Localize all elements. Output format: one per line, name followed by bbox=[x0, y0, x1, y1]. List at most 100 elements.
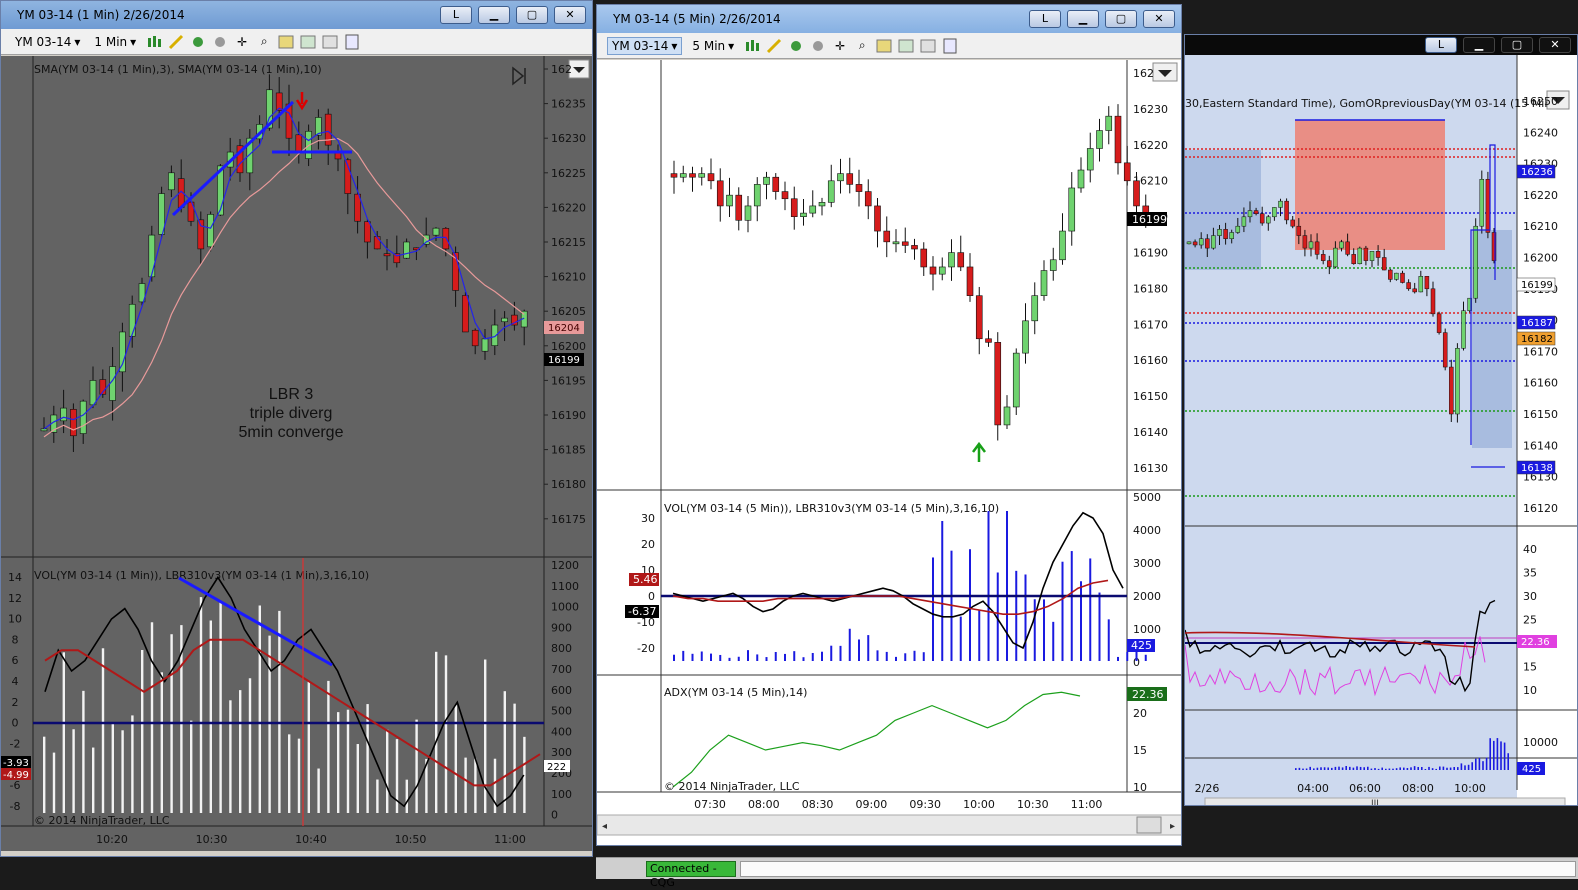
minimize-button[interactable]: ▁ bbox=[1463, 37, 1495, 53]
volume-bar bbox=[1359, 766, 1362, 770]
osc-marker-b-text: -6.37 bbox=[628, 605, 656, 618]
drawing-tool-icon[interactable] bbox=[168, 34, 184, 50]
volume-bar bbox=[1381, 767, 1383, 770]
chart-area-15min[interactable]: 30,Eastern Standard Time), GomORprevious… bbox=[1185, 55, 1578, 806]
zoom-icon[interactable]: ⌕ bbox=[256, 34, 272, 50]
chart-trader-icon[interactable] bbox=[278, 34, 294, 50]
instrument-selector[interactable]: YM 03-14 ▾ bbox=[607, 36, 683, 55]
bar-type-icon[interactable] bbox=[146, 34, 162, 50]
candle-body bbox=[364, 221, 371, 243]
vol-pane-label: VOL(YM 03-14 (5 Min)), LBR310v3(YM 03-14… bbox=[664, 502, 999, 515]
oscillator-tick: 25 bbox=[1523, 614, 1537, 627]
add-indicator-icon[interactable] bbox=[190, 34, 206, 50]
add-indicator-icon[interactable] bbox=[788, 38, 804, 54]
properties-icon[interactable] bbox=[344, 34, 360, 50]
oscillator-tick: 30 bbox=[1523, 590, 1537, 603]
properties-icon[interactable] bbox=[942, 38, 958, 54]
volume-bar bbox=[1135, 651, 1138, 661]
chart-area-1min[interactable]: SMA(YM 03-14 (1 Min),3), SMA(YM 03-14 (1… bbox=[1, 56, 593, 857]
maximize-button[interactable]: ▢ bbox=[516, 6, 548, 24]
candle-body bbox=[1296, 225, 1302, 236]
volume-bar bbox=[356, 744, 359, 813]
strategy-icon[interactable] bbox=[212, 34, 228, 50]
volume-bar bbox=[978, 610, 981, 661]
drawing-tool-icon[interactable] bbox=[766, 38, 782, 54]
candle-body bbox=[1375, 250, 1381, 258]
volume-bar bbox=[1313, 768, 1315, 770]
volume-bar bbox=[1356, 766, 1358, 770]
opening-range-box bbox=[1295, 120, 1445, 250]
zoom-icon[interactable]: ⌕ bbox=[854, 38, 870, 54]
price-marker-text: 16138 bbox=[1521, 463, 1553, 474]
price-tick: 16210 bbox=[551, 271, 586, 284]
time-tick: 09:00 bbox=[856, 798, 888, 811]
chart-trader-icon[interactable] bbox=[876, 38, 892, 54]
volume-bar bbox=[821, 651, 823, 661]
indicator-pane-label: VOL(YM 03-14 (1 Min)), LBR310v3(YM 03-14… bbox=[34, 569, 369, 582]
candle-body bbox=[975, 295, 983, 340]
volume-bar bbox=[1485, 757, 1488, 770]
volume-bar bbox=[1489, 738, 1491, 770]
price-tick: 16250 bbox=[1523, 95, 1558, 108]
maximize-button[interactable]: ▢ bbox=[1501, 37, 1533, 53]
candle-body bbox=[772, 176, 780, 192]
time-tick: 09:30 bbox=[909, 798, 941, 811]
volume-bar bbox=[160, 672, 163, 813]
chart-style-icon[interactable] bbox=[322, 34, 338, 50]
bar-type-icon[interactable] bbox=[744, 38, 760, 54]
candle-body bbox=[864, 191, 872, 207]
oscillator-tick: 10 bbox=[8, 613, 22, 626]
data-box-icon[interactable] bbox=[300, 34, 316, 50]
interval-selector[interactable]: 5 Min ▾ bbox=[688, 38, 738, 54]
candle-body bbox=[1040, 270, 1048, 296]
volume-bar bbox=[1442, 766, 1445, 770]
chart-toolbar: YM 03-14 ▾ 5 Min ▾ ✛ ⌕ bbox=[597, 33, 1181, 59]
candle-body bbox=[716, 180, 724, 207]
candle-body bbox=[79, 400, 87, 434]
volume-bar bbox=[1392, 768, 1394, 770]
candle-body bbox=[726, 194, 733, 207]
minimize-button[interactable]: ▁ bbox=[478, 6, 510, 24]
candle-body bbox=[1357, 247, 1363, 265]
chart-style-icon[interactable] bbox=[920, 38, 936, 54]
candle-body bbox=[698, 173, 706, 178]
volume-bar bbox=[1338, 766, 1340, 770]
candle-body bbox=[1394, 272, 1399, 280]
instrument-selector[interactable]: YM 03-14 ▾ bbox=[11, 34, 84, 50]
title-bar[interactable]: YM 03-14 (5 Min) 2/26/2014 L ▁ ▢ ✕ bbox=[597, 5, 1181, 33]
title-bar[interactable]: YM 03-14 (1 Min) 2/26/2014 L ▁ ▢ ✕ bbox=[1, 1, 592, 29]
volume-bar bbox=[1098, 592, 1101, 661]
time-tick: 11:00 bbox=[494, 833, 526, 846]
close-button[interactable]: ✕ bbox=[1143, 10, 1175, 28]
candle-body bbox=[70, 409, 77, 437]
candle-body bbox=[920, 248, 928, 268]
copyright-text: © 2014 NinjaTrader, LLC bbox=[34, 814, 170, 827]
data-box-icon[interactable] bbox=[898, 38, 914, 54]
title-bar[interactable]: L ▁ ▢ ✕ bbox=[1185, 35, 1577, 55]
crosshair-icon[interactable]: ✛ bbox=[832, 38, 848, 54]
volume-bar bbox=[1467, 764, 1470, 770]
strategy-icon[interactable] bbox=[810, 38, 826, 54]
candle-body bbox=[1077, 169, 1085, 189]
link-button[interactable]: L bbox=[1029, 10, 1061, 28]
link-button[interactable]: L bbox=[1425, 37, 1457, 53]
volume-bar bbox=[793, 651, 796, 661]
volume-bar bbox=[765, 657, 768, 661]
candle-body bbox=[1333, 247, 1338, 268]
time-tick: 06:00 bbox=[1349, 782, 1381, 795]
interval-selector[interactable]: 1 Min ▾ bbox=[90, 34, 140, 50]
minimize-button[interactable]: ▁ bbox=[1067, 10, 1099, 28]
maximize-button[interactable]: ▢ bbox=[1105, 10, 1137, 28]
time-tick: 10:20 bbox=[96, 833, 128, 846]
volume-bar bbox=[405, 779, 408, 813]
adx-marker-text: 22.36 bbox=[1132, 688, 1164, 701]
close-button[interactable]: ✕ bbox=[554, 6, 586, 24]
scroll-thumb bbox=[1136, 816, 1162, 834]
close-button[interactable]: ✕ bbox=[1539, 37, 1571, 53]
crosshair-icon[interactable]: ✛ bbox=[234, 34, 250, 50]
time-tick: 10:30 bbox=[196, 833, 228, 846]
link-button[interactable]: L bbox=[440, 6, 472, 24]
chart-area-5min[interactable]: 1621623016220162101620016190161801617016… bbox=[597, 60, 1182, 846]
volume-bar bbox=[1377, 768, 1380, 770]
volume-bar bbox=[932, 557, 934, 661]
